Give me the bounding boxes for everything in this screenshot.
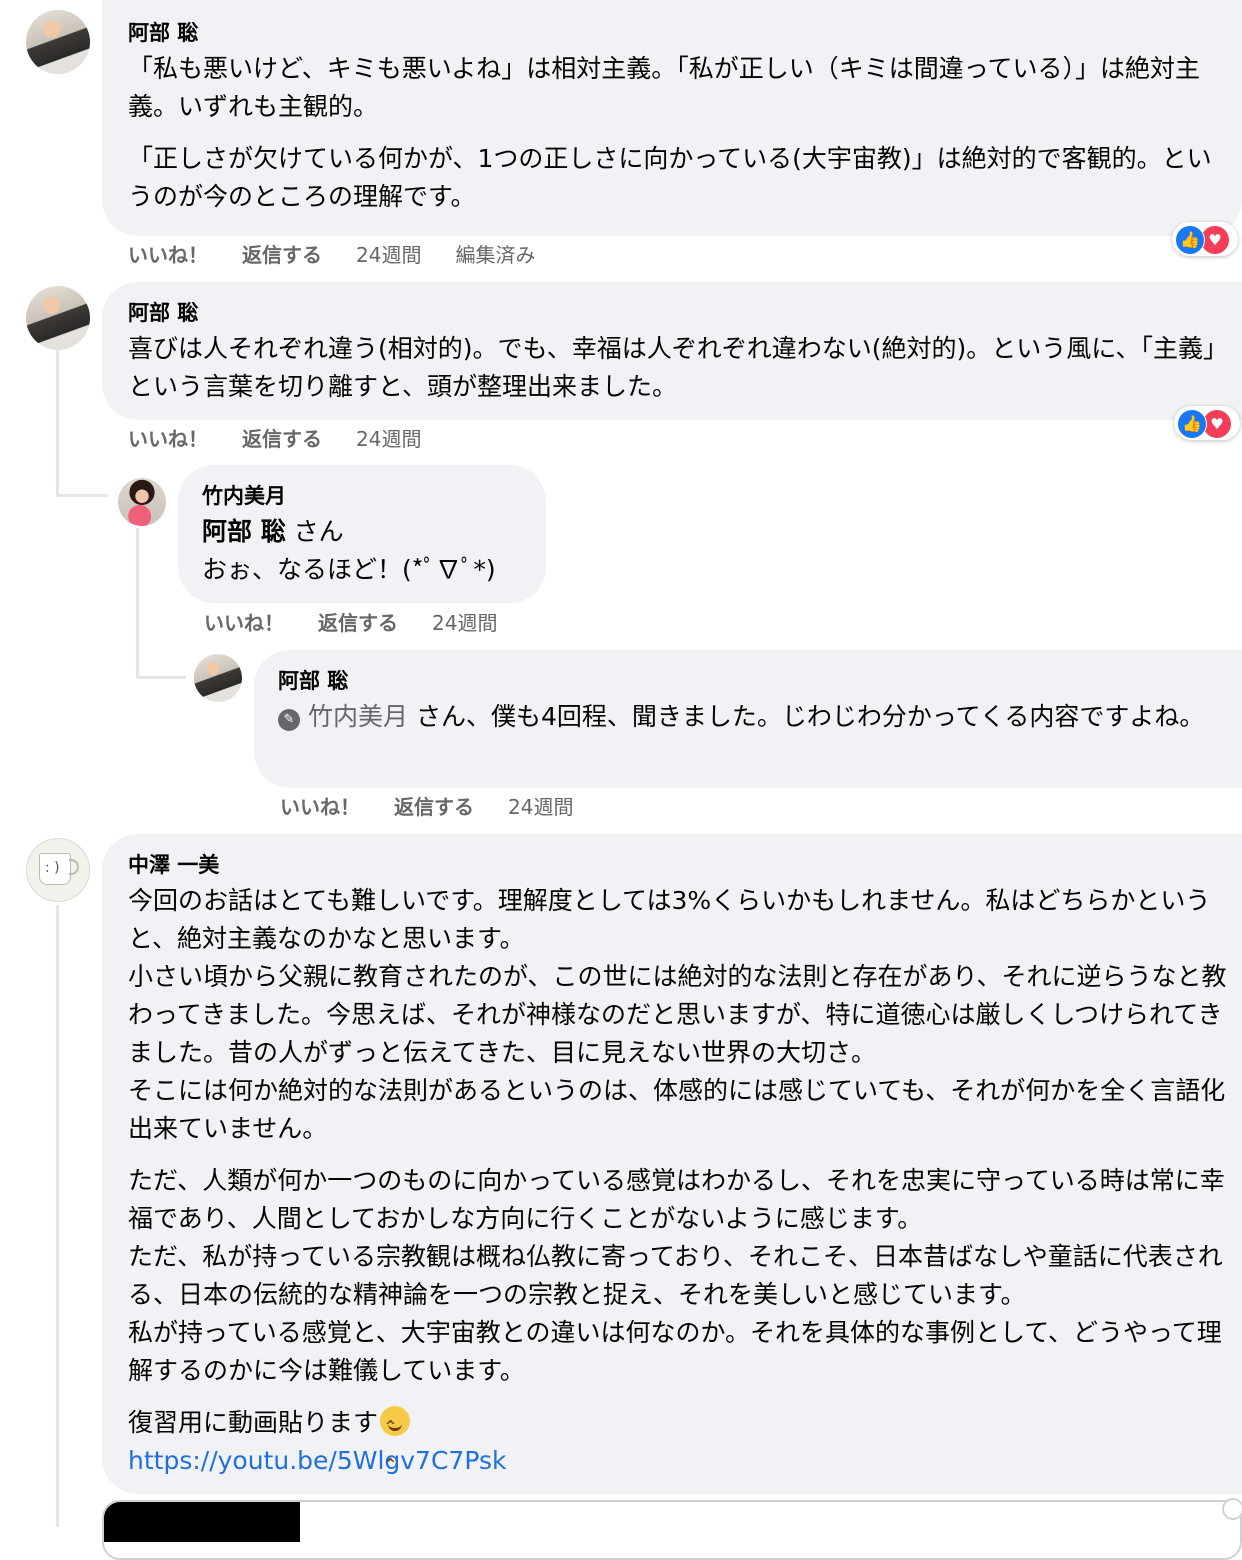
video-thumbnail[interactable] [104,1502,300,1542]
timestamp[interactable]: 24週間 [356,243,421,267]
thread-line [136,528,139,678]
comment-actions: いいね！ 返信する 24週間 [128,424,455,454]
thread-line [56,494,108,497]
comment-bubble: 阿部 聡 喜びは人それぞれ違う(相対的)。でも、幸福は人ぞれぞれ違わない(絶対的… [102,282,1242,420]
comment-author[interactable]: 阿部 聡 [128,16,1216,50]
mention-suffix: さん [285,517,344,546]
comment-text: 「私も悪いけど、キミも悪いよね」は相対主義。「私が正しい（キミは間違っている）」… [128,54,1201,121]
mention-link[interactable]: 阿部 聡 [202,517,286,546]
timestamp[interactable]: 24週間 [356,427,421,451]
comment-author[interactable]: 阿部 聡 [128,296,1216,330]
comment-text: 喜びは人それぞれ違う(相対的)。でも、幸福は人ぞれぞれ違わない(絶対的)。という… [128,334,1216,401]
pencil-icon: ✎ [278,709,300,731]
comment-author[interactable]: 中澤 一美 [128,848,1242,882]
avatar[interactable]: : ) [26,838,90,902]
mention-link[interactable]: 竹内美月 [308,702,408,731]
reply-author[interactable]: 竹内美月 [202,479,522,513]
avatar[interactable] [26,286,90,350]
reply-button[interactable]: 返信する [318,611,398,635]
comment-bubble: 中澤 一美 今回のお話はとても難しいです。理解度としては3%くらいかもしれません… [102,834,1242,1494]
reply-button[interactable]: 返信する [394,795,474,819]
reply-button[interactable]: 返信する [242,427,322,451]
thread-line [136,676,186,679]
video-url[interactable]: https://youtu.be/5Wlgv7C7Psk [128,1446,506,1475]
reply-actions: いいね！ 返信する 24週間 [204,608,531,638]
smiling-emoji-icon [380,1406,411,1484]
reply-bubble: 竹内美月 阿部 聡 さん おぉ、なるほど！(*ﾟ∇ﾟ*) [178,465,546,603]
mug-icon: : ) [39,853,71,885]
reaction-summary[interactable]: 👍 ♥ [1172,222,1238,256]
like-button[interactable]: いいね！ [204,611,284,635]
comment-text: 「正しさが欠けている何かが、1つの正しさに向かっている(大宇宙教)」は絶対的で客… [128,144,1212,211]
reply-button[interactable]: 返信する [242,243,322,267]
reply-author[interactable]: 阿部 聡 [278,664,1218,698]
timestamp[interactable]: 24週間 [508,795,573,819]
reply-text: 阿部 聡 さん [202,513,522,551]
comment-bubble: 阿部 聡 「私も悪いけど、キミも悪いよね」は相対主義。「私が正しい（キミは間違っ… [102,0,1242,236]
mention-suffix: さん、 [408,702,491,731]
video-link[interactable]: https://youtu.be/5Wlgv7C7Psk [128,1442,1242,1480]
avatar[interactable] [26,10,90,74]
like-icon: 👍 [1177,409,1207,439]
comment-text: 今回のお話はとても難しいです。理解度としては3%くらいかもしれません。私はどちら… [128,886,1227,1143]
mug-handle [69,859,79,875]
like-button[interactable]: いいね！ [128,427,208,451]
timestamp[interactable]: 24週間 [432,611,497,635]
comment-text: 復習用に動画貼ります [128,1404,1242,1484]
thread-line [56,350,59,495]
like-button[interactable]: いいね！ [280,795,360,819]
like-icon: 👍 [1175,225,1205,255]
reply-text: おぉ、なるほど！(*ﾟ∇ﾟ*) [202,555,496,584]
like-button[interactable]: いいね！ [128,243,208,267]
comment-line: 復習用に動画貼ります [128,1408,379,1437]
comment-text: ただ、人類が何か一つのものに向かっている感覚はわかるし、それを忠実に守っている時… [128,1166,1225,1385]
reply-actions: いいね！ 返信する 24週間 [280,792,607,822]
edited-label[interactable]: 編集済み [455,243,535,267]
comment-actions: いいね！ 返信する 24週間 編集済み [128,240,569,270]
reply-text: ✎ 竹内美月 さん、僕も4回程、聞きました。じわじわ分かってくる内容ですよね。 [278,698,1218,736]
avatar[interactable] [194,654,242,702]
reply-bubble: 阿部 聡 ✎ 竹内美月 さん、僕も4回程、聞きました。じわじわ分かってくる内容です… [254,650,1242,788]
thread-line [56,905,59,1527]
reply-body: 僕も4回程、聞きました。じわじわ分かってくる内容ですよね。 [490,702,1205,731]
avatar[interactable] [118,478,166,526]
reaction-summary[interactable]: 👍 ♥ [1174,406,1240,440]
close-preview-icon[interactable] [1222,1498,1242,1520]
